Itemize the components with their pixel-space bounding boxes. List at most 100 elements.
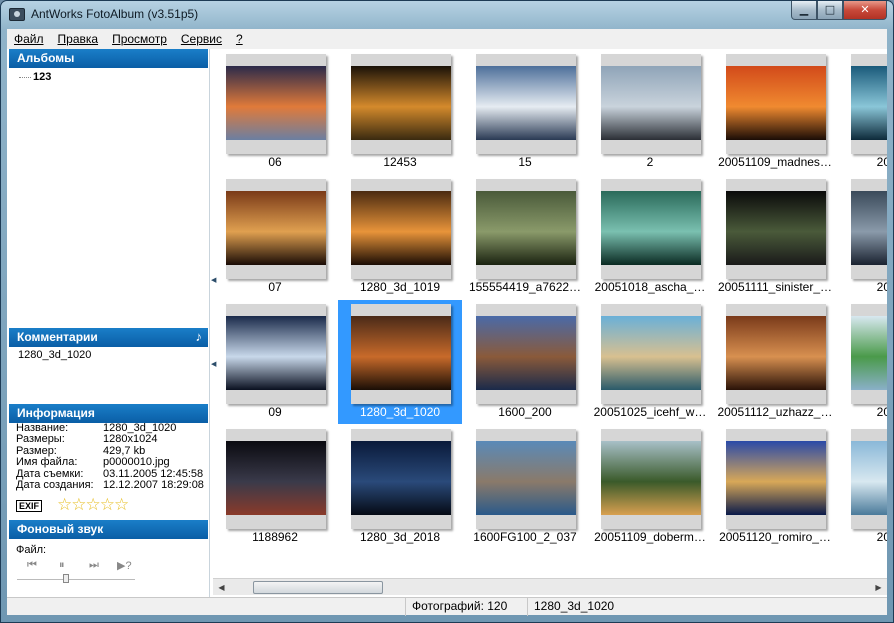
thumbnail-label: 2005121	[876, 530, 887, 544]
thumbnail-item[interactable]: 2005120	[838, 50, 887, 174]
previous-icon[interactable]: ⏮	[27, 559, 37, 572]
photo-image	[351, 441, 451, 515]
thumbnail-frame	[726, 179, 826, 279]
scrollbar-thumb[interactable]	[253, 581, 383, 594]
album-item[interactable]: 123	[19, 71, 51, 83]
thumbnail-label: 1280_3d_2018	[359, 530, 441, 544]
thumbnail-item[interactable]: 20051112_uzhazz_…	[713, 300, 837, 424]
thumbnail-grid[interactable]: 06 12453 15 2 20051109_madnes… 2005120 07 1280_…	[213, 49, 887, 576]
info-value: p0000010.jpg	[103, 456, 170, 469]
thumbnail-item[interactable]: 20051120_romiro_…	[713, 425, 837, 549]
thumbnail-frame	[601, 304, 701, 404]
thumbnail-frame	[851, 304, 887, 404]
albums-tree[interactable]: 123	[9, 68, 208, 326]
thumbnail-frame	[476, 304, 576, 404]
thumbnail-item[interactable]: 20051109_madnes…	[713, 50, 837, 174]
thumbnail-item[interactable]: 1600_200	[463, 300, 587, 424]
music-note-icon[interactable]: ♪	[196, 329, 203, 344]
photo-image	[351, 66, 451, 140]
thumbnail-item[interactable]: 06	[213, 50, 337, 174]
thumbnail-item[interactable]: 2005120	[838, 300, 887, 424]
thumbnail-frame	[226, 304, 326, 404]
sound-file-label: Файл:	[16, 544, 47, 556]
thumbnail-item[interactable]: 07	[213, 175, 337, 299]
rating-stars[interactable]: ☆☆☆☆☆	[57, 495, 129, 515]
thumbnail-item[interactable]: 1280_3d_1019	[338, 175, 462, 299]
exif-button[interactable]: EXIF	[16, 500, 43, 512]
thumbnail-label: 1188962	[252, 530, 298, 544]
thumbnail-item[interactable]: 2	[588, 50, 712, 174]
menu-help[interactable]: ?	[229, 32, 250, 46]
comments-header[interactable]: Комментарии ♪	[9, 328, 208, 347]
sound-panel: Файл: ⏮ ⏸ ⏭ ▶?	[9, 539, 208, 597]
thumbnail-item[interactable]: 1188962	[213, 425, 337, 549]
thumbnail-frame	[351, 429, 451, 529]
thumbnail-frame	[851, 429, 887, 529]
sound-header[interactable]: Фоновый звук	[9, 520, 208, 539]
thumbnail-item[interactable]: 20051109_doberm…	[588, 425, 712, 549]
thumbnail-item[interactable]: 2005121	[838, 425, 887, 549]
thumbnail-frame	[726, 429, 826, 529]
thumbnail-label: 1280_3d_1020	[359, 405, 441, 419]
info-header[interactable]: Информация	[9, 404, 208, 423]
photo-image	[476, 441, 576, 515]
thumbnail-frame	[601, 179, 701, 279]
thumbnail-frame	[601, 54, 701, 154]
menu-edit[interactable]: Правка	[51, 32, 106, 46]
photo-image	[601, 191, 701, 265]
comments-text[interactable]: 1280_3d_1020	[9, 347, 208, 403]
horizontal-scrollbar[interactable]: ◀ ▶	[213, 578, 887, 595]
thumbnail-frame	[226, 179, 326, 279]
photo-image	[601, 441, 701, 515]
menu-tools[interactable]: Сервис	[174, 32, 229, 46]
scroll-left-icon[interactable]: ◀	[214, 580, 229, 595]
thumbnail-item[interactable]: 1280_3d_2018	[338, 425, 462, 549]
photo-image	[226, 441, 326, 515]
thumbnail-frame	[726, 304, 826, 404]
thumbnail-label: 15	[518, 155, 532, 169]
pause-icon[interactable]: ⏸	[59, 559, 65, 572]
thumbnail-frame	[351, 304, 451, 404]
thumbnail-item[interactable]: 20051111_sinister_…	[713, 175, 837, 299]
play-unknown-icon[interactable]: ▶?	[117, 559, 132, 572]
thumbnail-frame	[351, 54, 451, 154]
slider-thumb[interactable]	[63, 574, 69, 583]
scroll-right-icon[interactable]: ▶	[871, 580, 886, 595]
thumbnail-item[interactable]: 20051018_ascha_…	[588, 175, 712, 299]
thumbnail-item[interactable]: 155554419_a7622…	[463, 175, 587, 299]
volume-slider[interactable]	[17, 579, 135, 581]
thumbnail-item[interactable]: 15	[463, 50, 587, 174]
thumbnail-label: 1600_200	[498, 405, 552, 419]
status-bar: Фотографий: 120 1280_3d_1020	[7, 597, 887, 616]
photo-image	[351, 191, 451, 265]
thumbnail-frame	[476, 54, 576, 154]
thumbnail-item[interactable]: 1280_3d_1020	[338, 300, 462, 424]
photo-image	[851, 316, 887, 390]
minimize-button[interactable]: ▁	[791, 1, 817, 20]
thumbnail-frame	[476, 429, 576, 529]
thumbnail-item[interactable]: 09	[213, 300, 337, 424]
info-panel: Название: 1280_3d_1020 Размеры: 1280x1024 …	[9, 422, 208, 519]
thumbnail-label: 20051112_uzhazz_…	[717, 405, 833, 419]
thumbnail-item[interactable]: 20051025_icehf_w…	[588, 300, 712, 424]
maximize-button[interactable]: □	[817, 1, 843, 20]
thumbnail-frame	[351, 179, 451, 279]
thumbnail-frame	[851, 179, 887, 279]
next-icon[interactable]: ⏭	[89, 559, 99, 572]
thumbnail-item[interactable]: 12453	[338, 50, 462, 174]
albums-header[interactable]: Альбомы	[9, 49, 208, 68]
close-button[interactable]: ✕	[843, 1, 887, 20]
photo-image	[226, 191, 326, 265]
info-value: 12.12.2007 18:29:08	[103, 478, 204, 491]
thumbnail-label: 2005120	[876, 280, 887, 294]
thumbnail-item[interactable]: 2005120	[838, 175, 887, 299]
menu-file[interactable]: Файл	[7, 32, 51, 46]
thumbnail-item[interactable]: 1600FG100_2_037	[463, 425, 587, 549]
thumbnail-label: 20051111_sinister_…	[717, 280, 833, 294]
title-bar[interactable]: AntWorks FotoAlbum (v3.51p5) ▁ □ ✕	[1, 1, 893, 29]
thumbnail-frame	[851, 54, 887, 154]
menu-view[interactable]: Просмотр	[105, 32, 174, 46]
window-title: AntWorks FotoAlbum (v3.51p5)	[31, 7, 199, 21]
thumbnail-label: 2005120	[876, 155, 887, 169]
photo-image	[601, 66, 701, 140]
